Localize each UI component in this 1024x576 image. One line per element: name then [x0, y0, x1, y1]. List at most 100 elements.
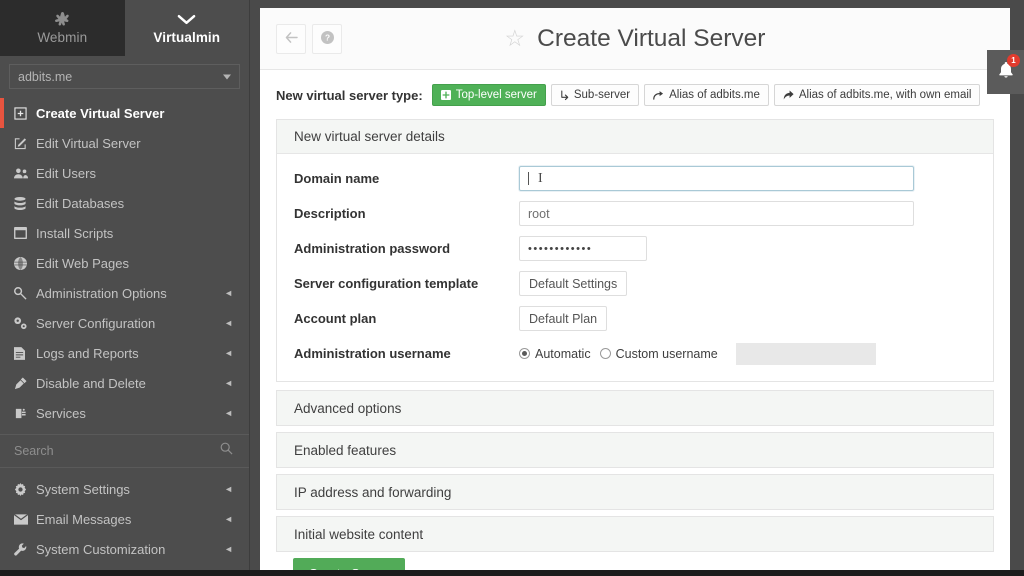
notification-button[interactable]: 1	[987, 50, 1024, 94]
form-row-admin-username: Administration username Automatic Custom…	[277, 336, 993, 371]
sidebar-item-label: Server Configuration	[36, 315, 156, 331]
details-panel-title: New virtual server details	[294, 129, 445, 144]
form-row-config-template: Server configuration template Default Se…	[277, 266, 993, 301]
domain-name-control: I	[519, 166, 976, 191]
sidebar-item-label: Edit Users	[36, 165, 96, 181]
section-advanced-options[interactable]: Advanced options	[276, 390, 994, 426]
account-plan-value: Default Plan	[529, 311, 598, 326]
domain-selector[interactable]: adbits.me	[9, 64, 240, 89]
main-area: ? ☆ Create Virtual Server New virtual se…	[250, 0, 1024, 576]
page-title: ☆ Create Virtual Server	[260, 25, 1010, 53]
domain-name-label: Domain name	[294, 171, 380, 186]
description-label: Description	[294, 206, 366, 221]
config-template-select[interactable]: Default Settings	[519, 271, 628, 296]
form-row-description: Description	[277, 196, 993, 231]
admin-username-control: Automatic Custom username	[519, 342, 976, 365]
sidebar-item-server-configuration[interactable]: Server Configuration ◄	[0, 308, 249, 338]
sidebar-item-label: Logs and Reports	[36, 345, 139, 361]
account-plan-select[interactable]: Default Plan	[519, 306, 608, 331]
sidebar-search[interactable]	[0, 434, 249, 468]
sidebar-item-label: Edit Virtual Server	[36, 135, 141, 151]
edit-icon	[14, 137, 36, 150]
section-initial-website-content[interactable]: Initial website content	[276, 516, 994, 552]
domain-selector-wrap: adbits.me	[0, 56, 249, 95]
sidebar-nav: Create Virtual Server Edit Virtual Serve…	[0, 95, 249, 576]
section-label: Advanced options	[294, 400, 402, 416]
details-panel-body: Domain name I Description root Administr…	[277, 154, 993, 381]
radio-dot-icon	[519, 348, 530, 359]
section-enabled-features[interactable]: Enabled features	[276, 432, 994, 468]
star-outline-icon[interactable]: ☆	[505, 27, 526, 50]
sidebar-item-system-customization[interactable]: System Customization ◄	[0, 534, 249, 564]
radio-dot-icon	[599, 348, 611, 359]
sidebar-item-label: Create Virtual Server	[36, 105, 165, 121]
account-plan-label: Account plan	[294, 311, 377, 326]
server-type-sub-server[interactable]: Sub-server	[550, 84, 640, 106]
server-type-row: New virtual server type: Top-level serve…	[276, 84, 994, 106]
chevron-left-icon: ◄	[224, 407, 233, 418]
back-button[interactable]	[276, 23, 306, 54]
custom-username-input[interactable]	[735, 342, 876, 365]
arrow-left-icon	[285, 31, 298, 46]
radio-automatic[interactable]: Automatic	[519, 347, 591, 361]
sidebar-item-label: Edit Databases	[36, 195, 125, 211]
tab-webmin[interactable]: Webmin	[0, 0, 125, 56]
details-panel: New virtual server details Domain name I	[276, 119, 994, 382]
description-input[interactable]	[519, 201, 914, 226]
key-icon	[14, 286, 36, 300]
window-bottom-edge	[0, 570, 1024, 576]
sidebar-item-label: System Customization	[36, 541, 166, 557]
sidebar-item-install-scripts[interactable]: Install Scripts	[0, 218, 249, 248]
account-plan-control: Default Plan	[519, 306, 976, 331]
server-type-alias[interactable]: Alias of adbits.me	[644, 84, 769, 106]
admin-password-input[interactable]: ••••••••••••	[519, 236, 647, 261]
header-buttons: ?	[276, 23, 342, 54]
sidebar-item-email-messages[interactable]: Email Messages ◄	[0, 504, 249, 534]
details-panel-header[interactable]: New virtual server details	[277, 120, 993, 154]
sidebar-item-label: Administration Options	[36, 285, 167, 301]
server-type-option-label: Sub-server	[573, 89, 631, 101]
sidebar-item-disable-and-delete[interactable]: Disable and Delete ◄	[0, 368, 249, 398]
share-icon	[653, 90, 664, 100]
sidebar-item-administration-options[interactable]: Administration Options ◄	[0, 278, 249, 308]
domain-selector-value: adbits.me	[18, 69, 73, 84]
tab-virtualmin[interactable]: Virtualmin	[124, 0, 249, 56]
chevron-left-icon: ◄	[224, 543, 233, 554]
sidebar-item-edit-virtual-server[interactable]: Edit Virtual Server	[0, 128, 249, 158]
admin-password-label: Administration password	[294, 241, 451, 256]
server-type-option-label: Top-level server	[455, 89, 537, 101]
content-card: ? ☆ Create Virtual Server New virtual se…	[260, 8, 1010, 576]
domain-name-input[interactable]: I	[519, 166, 914, 191]
sidebar-bottom-nav: System Settings ◄ Email Messages ◄ Syste…	[0, 468, 249, 564]
notification-badge: 1	[1007, 54, 1020, 67]
server-type-top-level-server[interactable]: Top-level server	[431, 84, 546, 106]
form-row-account-plan: Account plan Default Plan	[277, 301, 993, 336]
sidebar-item-create-virtual-server[interactable]: Create Virtual Server	[0, 98, 249, 128]
radio-automatic-label: Automatic	[535, 346, 591, 361]
svg-text:?: ?	[324, 32, 329, 42]
plug-icon	[14, 376, 36, 390]
sidebar-item-services[interactable]: Services ◄	[0, 398, 249, 428]
sidebar-item-system-settings[interactable]: System Settings ◄	[0, 474, 249, 504]
server-type-option-label: Alias of adbits.me, with own email	[798, 89, 972, 101]
sidebar-item-logs-and-reports[interactable]: Logs and Reports ◄	[0, 338, 249, 368]
config-template-label: Server configuration template	[294, 276, 479, 291]
sidebar-item-edit-databases[interactable]: Edit Databases	[0, 188, 249, 218]
search-input[interactable]	[14, 444, 235, 458]
plus-square-icon	[14, 106, 36, 120]
radio-custom-username[interactable]: Custom username	[599, 347, 718, 361]
sidebar-item-edit-users[interactable]: Edit Users	[0, 158, 249, 188]
wrench-icon	[14, 542, 36, 556]
gear-icon	[14, 482, 36, 496]
server-type-button-group: Top-level server Sub-server Alias of adb…	[431, 84, 981, 106]
ibeam-cursor-icon: I	[538, 170, 543, 186]
server-type-alias-own-email[interactable]: Alias of adbits.me, with own email	[773, 84, 981, 106]
webmin-logo-icon	[54, 12, 71, 28]
server-type-option-label: Alias of adbits.me	[669, 89, 760, 101]
help-circle-icon: ?	[320, 30, 334, 47]
section-ip-address-forwarding[interactable]: IP address and forwarding	[276, 474, 994, 510]
sidebar-item-edit-web-pages[interactable]: Edit Web Pages	[0, 248, 249, 278]
chevron-left-icon: ◄	[224, 377, 233, 388]
help-button[interactable]: ?	[312, 23, 342, 54]
sidebar: Webmin Virtualmin adbits.me Create Virtu…	[0, 0, 250, 576]
